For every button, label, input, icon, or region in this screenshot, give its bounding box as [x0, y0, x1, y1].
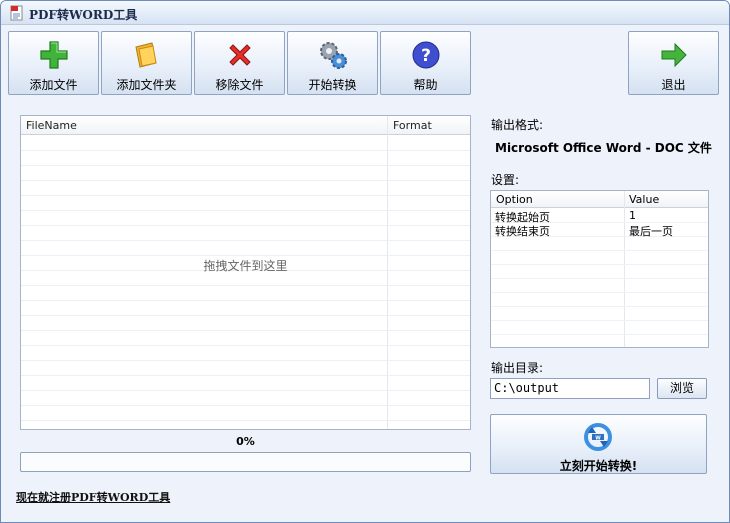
row-line: [21, 315, 470, 316]
settings-row-line: [491, 320, 708, 321]
row-line: [21, 225, 470, 226]
row-line: [21, 285, 470, 286]
row-line: [21, 405, 470, 406]
help-label: 帮助: [413, 78, 438, 92]
add-icon: [39, 41, 68, 69]
progress-bar: [20, 452, 471, 472]
window-title: PDF转WORD工具: [29, 8, 138, 22]
exit-button[interactable]: 退出: [628, 31, 719, 95]
column-header-filename[interactable]: FileName: [26, 119, 77, 132]
row-line: [21, 375, 470, 376]
exit-label: 退出: [661, 78, 686, 92]
output-format-value: Microsoft Office Word - DOC 文件: [495, 141, 712, 155]
setting-value-start-page[interactable]: 1: [629, 209, 636, 222]
svg-text:W: W: [595, 436, 601, 442]
settings-header-value: Value: [629, 193, 660, 206]
help-icon: ?: [412, 41, 439, 69]
row-line: [21, 345, 470, 346]
settings-header-option: Option: [496, 193, 533, 206]
add-file-label: 添加文件: [29, 78, 78, 92]
main-window: PDF转WORD工具 添加文件 添加文件夹 移除文件 开始转换 ? 帮助 退出 …: [0, 0, 730, 523]
settings-row-line: [491, 334, 708, 335]
remove-icon: [228, 44, 251, 66]
start-convert-button[interactable]: 开始转换: [287, 31, 378, 95]
remove-file-label: 移除文件: [215, 78, 264, 92]
exit-arrow-icon: [661, 42, 687, 68]
start-now-label: 立刻开始转换!: [559, 459, 638, 473]
svg-text:?: ?: [421, 46, 431, 66]
start-now-button[interactable]: W 立刻开始转换!: [490, 414, 707, 474]
settings-row-line: [491, 264, 708, 265]
row-line: [21, 360, 470, 361]
setting-value-end-page[interactable]: 最后一页: [629, 223, 673, 239]
help-button[interactable]: ? 帮助: [380, 31, 471, 95]
row-line: [21, 255, 470, 256]
folder-icon: [134, 42, 157, 68]
progress-percent: 0%: [236, 435, 255, 448]
row-line: [21, 165, 470, 166]
start-convert-label: 开始转换: [308, 78, 357, 92]
drop-hint: 拖拽文件到这里: [203, 259, 288, 273]
add-file-button[interactable]: 添加文件: [8, 31, 99, 95]
row-line: [21, 300, 470, 301]
row-line: [21, 180, 470, 181]
row-line: [21, 195, 470, 196]
settings-row-line: [491, 292, 708, 293]
row-line: [21, 420, 470, 421]
row-line: [21, 210, 470, 211]
row-line: [21, 240, 470, 241]
row-line: [21, 330, 470, 331]
settings-label: 设置:: [491, 173, 520, 187]
settings-row-line: [491, 278, 708, 279]
row-line: [21, 150, 470, 151]
settings-grid[interactable]: Option Value 转换起始页 1 转换结束页 最后一页: [490, 190, 709, 348]
settings-header: Option Value: [491, 191, 708, 208]
title-bar: PDF转WORD工具: [1, 1, 729, 25]
settings-row-line: [491, 306, 708, 307]
gears-icon: [319, 42, 347, 69]
add-folder-label: 添加文件夹: [116, 78, 177, 92]
browse-button[interactable]: 浏览: [657, 378, 707, 399]
settings-row-line: [491, 250, 708, 251]
register-link[interactable]: 现在就注册PDF转WORD工具: [16, 489, 170, 505]
file-list-header: FileName Format: [21, 116, 470, 135]
app-icon: [10, 5, 23, 21]
settings-column-divider: [624, 191, 625, 347]
remove-file-button[interactable]: 移除文件: [194, 31, 285, 95]
output-dir-input[interactable]: C:\output: [490, 378, 650, 399]
output-format-label: 输出格式:: [491, 118, 544, 132]
convert-icon: W: [584, 423, 612, 451]
add-folder-button[interactable]: 添加文件夹: [101, 31, 192, 95]
column-header-format[interactable]: Format: [393, 119, 432, 132]
setting-option-end-page[interactable]: 转换结束页: [495, 223, 550, 239]
output-dir-label: 输出目录:: [491, 361, 544, 375]
file-list[interactable]: FileName Format 拖拽文件到这里: [20, 115, 471, 430]
row-line: [21, 390, 470, 391]
